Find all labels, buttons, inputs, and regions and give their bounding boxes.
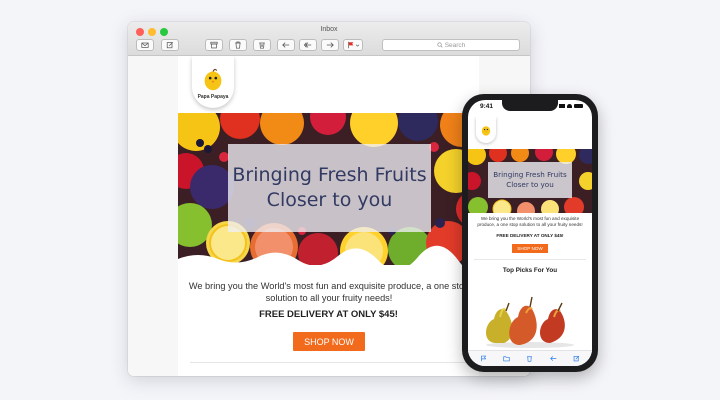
email-content: Bringing Fresh Fruits Closer to you Papa… [178, 56, 479, 376]
phone-divider [474, 259, 586, 260]
chick-logo-icon [204, 68, 222, 90]
phone-email-content[interactable]: Bringing Fresh Fruits Closer to you We b… [468, 117, 592, 352]
pears-image [486, 296, 574, 348]
phone-delivery-offer: FREE DELIVERY AT ONLY $45! [496, 233, 564, 238]
hero-title-line-2: Closer to you [266, 189, 393, 211]
phone-frame: 9:41 Bringing Fresh Fruits Closer to you… [462, 94, 598, 372]
junk-icon [259, 42, 265, 49]
phone-email-body-text: We bring you the World's most fun and ex… [477, 216, 583, 228]
compose-button[interactable] [161, 39, 179, 51]
hero-title-line-1: Bringing Fresh Fruits [232, 164, 427, 186]
reply-all-icon [304, 42, 312, 48]
trash-icon [235, 41, 241, 49]
phone-hero-title-box: Bringing Fresh Fruits Closer to you [488, 162, 572, 198]
wifi-icon [567, 104, 572, 108]
flag-button[interactable] [343, 39, 363, 51]
delivery-offer: FREE DELIVERY AT ONLY $45! [259, 309, 398, 320]
folder-icon[interactable] [503, 355, 510, 362]
reply-all-button[interactable] [299, 39, 317, 51]
hero-title-box: Bringing Fresh Fruits Closer to you [228, 144, 431, 232]
trash-icon[interactable] [526, 355, 533, 362]
search-placeholder: Search [444, 41, 466, 49]
reply-button[interactable] [277, 39, 295, 51]
brand-logo-text: Papa Papaya [197, 93, 229, 100]
shop-now-button[interactable]: SHOP NOW [293, 332, 365, 351]
brand-logo[interactable]: Papa Papaya [192, 56, 234, 108]
window-title: Inbox [320, 26, 338, 33]
reply-icon [282, 42, 290, 48]
chick-logo-icon [481, 126, 491, 136]
search-icon [437, 42, 443, 48]
phone-hero-banner: Bringing Fresh Fruits Closer to you [468, 149, 592, 213]
phone-notch [502, 100, 558, 111]
battery-icon [574, 104, 583, 108]
hero-banner: Bringing Fresh Fruits Closer to you [178, 113, 479, 265]
chevron-down-icon [355, 44, 359, 47]
reply-icon[interactable] [549, 355, 557, 362]
flag-icon[interactable] [480, 355, 487, 362]
phone-toolbar [468, 350, 592, 366]
phone-brand-logo[interactable] [476, 117, 496, 143]
phone-hero-title-line-1: Bringing Fresh Fruits [493, 170, 567, 179]
title-bar: Inbox Search [128, 22, 530, 56]
status-time: 9:41 [480, 103, 494, 110]
get-mail-button[interactable] [136, 39, 154, 51]
phone-shop-now-button[interactable]: SHOP NOW [512, 244, 548, 253]
forward-icon [326, 42, 334, 48]
compose-icon[interactable] [573, 355, 580, 362]
forward-button[interactable] [321, 39, 339, 51]
email-body-text: We bring you the World's most fun and ex… [188, 281, 470, 303]
phone-screen: 9:41 Bringing Fresh Fruits Closer to you… [468, 100, 592, 366]
status-icons [559, 104, 583, 108]
flag-icon [347, 41, 353, 49]
divider [190, 362, 468, 363]
archive-icon [210, 41, 218, 49]
phone-hero-title-line-2: Closer to you [506, 180, 554, 189]
search-input[interactable]: Search [382, 39, 520, 51]
top-picks-heading: Top Picks For You [502, 267, 558, 274]
envelope-icon [141, 42, 149, 48]
compose-icon [166, 41, 174, 49]
signal-icon [559, 104, 565, 108]
archive-button[interactable] [205, 39, 223, 51]
delete-button[interactable] [229, 39, 247, 51]
junk-button[interactable] [253, 39, 271, 51]
